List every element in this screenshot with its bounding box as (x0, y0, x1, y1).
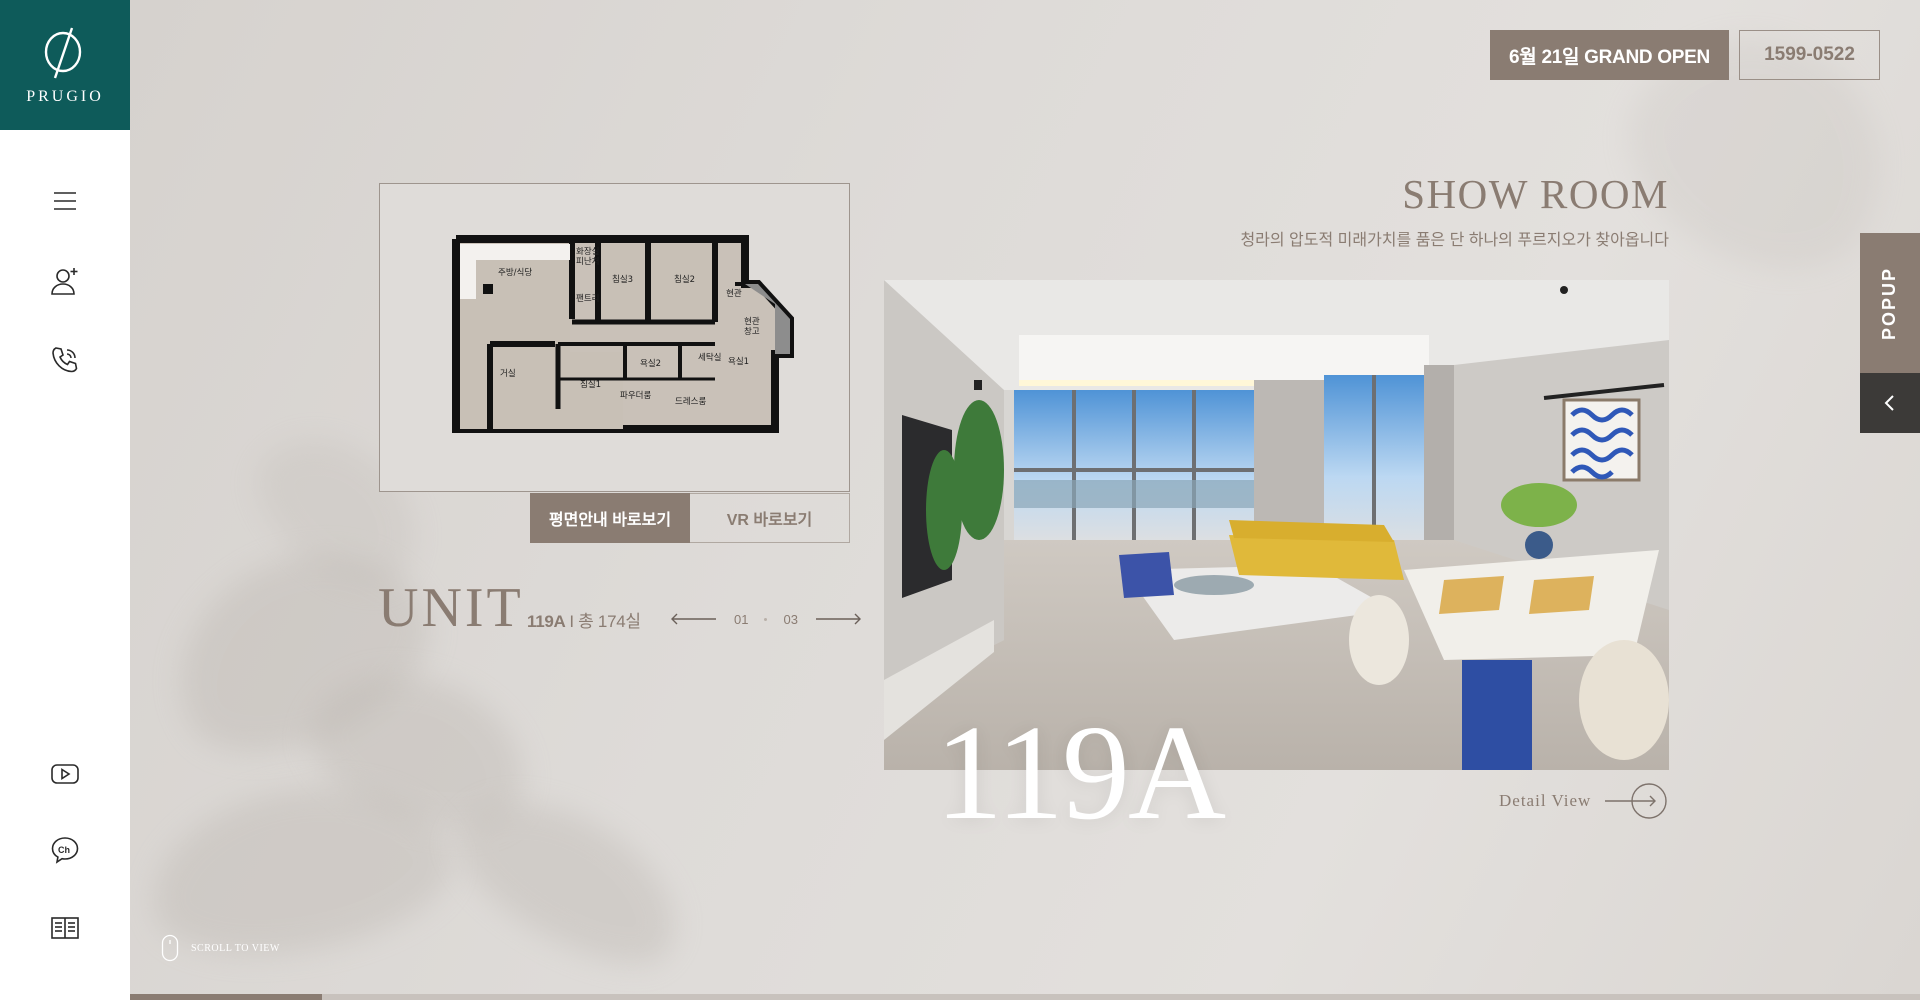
unit-total: I 총 174실 (569, 612, 641, 631)
showroom-title: SHOW ROOM (1402, 171, 1669, 217)
unit-pager: 01 03 (670, 609, 862, 629)
mouse-icon (161, 934, 179, 962)
prev-arrow-icon[interactable] (670, 613, 718, 625)
menu-icon[interactable] (43, 179, 87, 223)
arrow-right-circle-icon (1605, 783, 1667, 819)
unit-title: UNIT (378, 577, 524, 639)
kakao-channel-icon[interactable]: Ch (43, 828, 87, 872)
detail-view-link[interactable]: Detail View (1499, 783, 1667, 819)
pager-total: 03 (783, 611, 798, 627)
showroom-photo (884, 280, 1669, 770)
popup-tab[interactable]: POPUP (1860, 233, 1920, 373)
page: PRUGIO Ch 6월 21일 GRAND OPEN 1599-0522 PO… (0, 0, 1920, 1000)
showroom-subtitle: 청라의 압도적 미래가치를 품은 단 하나의 푸르지오가 찾아옵니다 (1240, 232, 1669, 249)
svg-text:침실2: 침실2 (674, 274, 695, 285)
svg-text:화장실: 화장실 (576, 246, 599, 257)
svg-text:침실3: 침실3 (612, 274, 633, 285)
next-arrow-icon[interactable] (814, 613, 862, 625)
floor-plan-drawing: 주방/식당 화장실 피난처 팬트리 침실3 침실2 현관 현관 창고 거실 침실… (452, 235, 794, 433)
unit-type: 119A (527, 612, 565, 631)
svg-text:주방/식당: 주방/식당 (498, 267, 532, 278)
grand-open-button[interactable]: 6월 21일 GRAND OPEN (1490, 30, 1729, 80)
progress-fill (130, 994, 322, 1000)
detail-view-label: Detail View (1499, 791, 1592, 810)
book-icon[interactable] (43, 906, 87, 950)
unit-info: 119A I 총 174실 (527, 607, 641, 632)
vr-button[interactable]: VR 바로보기 (690, 493, 850, 543)
prugio-logo-icon (44, 27, 82, 79)
floor-plan: 주방/식당 화장실 피난처 팬트리 침실3 침실2 현관 현관 창고 거실 침실… (379, 183, 850, 492)
popup-toggle-button[interactable] (1860, 373, 1920, 433)
progress-bar (130, 994, 1920, 1000)
brand-name: PRUGIO (26, 88, 104, 105)
floor-plan-button[interactable]: 평면안내 바로보기 (530, 493, 690, 543)
svg-text:팬트리: 팬트리 (576, 294, 599, 304)
scroll-label: SCROLL TO VIEW (191, 942, 280, 954)
pager-current: 01 (734, 611, 749, 627)
svg-text:피난처: 피난처 (576, 257, 599, 267)
popup-label: POPUP (1879, 266, 1900, 340)
phone-call-icon[interactable] (43, 338, 87, 382)
svg-text:Ch: Ch (58, 845, 70, 855)
unit-big-label: 119A (935, 698, 1226, 848)
svg-text:창고: 창고 (744, 327, 760, 337)
youtube-icon[interactable] (43, 752, 87, 796)
brand-logo[interactable]: PRUGIO (0, 0, 130, 130)
svg-text:파우더룸: 파우더룸 (620, 391, 651, 401)
sidebar: PRUGIO Ch (0, 0, 130, 1000)
scroll-hint: SCROLL TO VIEW (161, 934, 280, 962)
svg-text:세탁실: 세탁실 (698, 352, 721, 363)
phone-number-button[interactable]: 1599-0522 (1739, 30, 1880, 80)
svg-text:현관: 현관 (726, 288, 742, 299)
pager-separator (764, 617, 768, 621)
svg-text:욕실1: 욕실1 (728, 356, 749, 367)
svg-text:현관: 현관 (744, 316, 760, 327)
chevron-left-icon (1884, 395, 1894, 411)
add-user-icon[interactable] (43, 259, 87, 303)
svg-text:욕실2: 욕실2 (640, 358, 661, 369)
svg-text:침실1: 침실1 (580, 379, 601, 390)
svg-text:드레스룸: 드레스룸 (675, 397, 706, 407)
svg-text:거실: 거실 (500, 368, 516, 379)
